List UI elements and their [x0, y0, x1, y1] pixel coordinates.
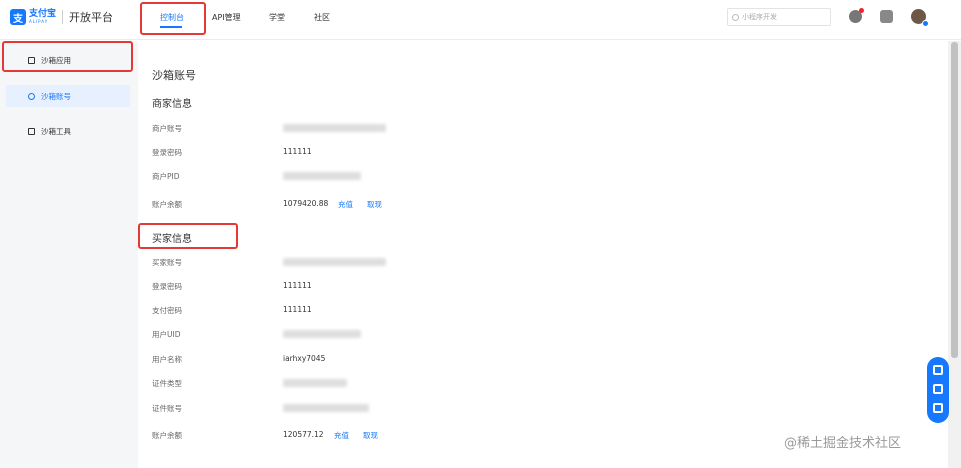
buyer-id-number-label: 证件账号 [152, 404, 182, 413]
user-icon [28, 92, 35, 100]
merchant-pid-value-redacted [283, 172, 361, 180]
logo-cn: 支付宝 [29, 9, 57, 19]
top-bar: 支 支付宝 ALIPAY 开放平台 控制台 API管理 学堂 社区 [0, 0, 961, 40]
floating-help-bar [927, 357, 949, 423]
buyer-account-value-redacted [283, 258, 386, 266]
merchant-balance-label: 账户余额 [152, 200, 182, 209]
platform-title: 开放平台 [69, 11, 114, 24]
highlight-box-sidebar [2, 41, 133, 72]
buyer-balance-value: 120577.12 [283, 430, 324, 439]
sidebar-item-label: 沙箱账号 [41, 91, 71, 101]
buyer-id-number-value-redacted [283, 404, 369, 412]
buyer-pay-password-label: 支付密码 [152, 306, 182, 315]
buyer-balance-label: 账户余额 [152, 431, 182, 440]
logo-en: ALIPAY [29, 19, 49, 24]
nav-api-management[interactable]: API管理 [212, 12, 241, 23]
avatar[interactable] [911, 9, 929, 27]
nav-academy[interactable]: 学堂 [269, 12, 285, 23]
scrollbar-thumb[interactable] [951, 42, 958, 358]
alipay-logo-icon: 支 [10, 9, 26, 25]
document-icon[interactable] [880, 10, 893, 23]
merchant-pid-label: 商户PID [152, 172, 180, 181]
search-input[interactable] [742, 13, 827, 21]
buyer-uid-label: 用户UID [152, 330, 181, 339]
search-box[interactable] [727, 8, 831, 26]
buyer-uid-value-redacted [283, 330, 361, 338]
avatar-badge [922, 20, 929, 27]
logo-text: 支付宝 ALIPAY [29, 10, 56, 24]
page-title: 沙箱账号 [152, 69, 196, 82]
buyer-login-password-label: 登录密码 [152, 282, 182, 291]
alipay-logo[interactable]: 支 支付宝 ALIPAY 开放平台 [10, 9, 113, 25]
watermark: @稀土掘金技术社区 [784, 436, 902, 451]
chat-icon[interactable] [933, 384, 943, 394]
buyer-id-type-label: 证件类型 [152, 379, 182, 388]
logo-divider [62, 10, 64, 24]
merchant-account-label: 商户账号 [152, 124, 182, 133]
notification-bell-icon[interactable] [849, 8, 864, 23]
main-content: 沙箱账号 商家信息 商户账号 登录密码 111111 商户PID 账户余额 10… [138, 41, 948, 468]
merchant-recharge-link[interactable]: 充值 [338, 199, 353, 210]
buyer-name-label: 用户名称 [152, 355, 182, 364]
sidebar: 沙箱应用 沙箱账号 沙箱工具 [0, 41, 138, 468]
buyer-section-title: 买家信息 [152, 234, 192, 245]
sidebar-item-label: 沙箱工具 [41, 126, 71, 136]
help-icon[interactable] [933, 365, 943, 375]
buyer-login-password-value: 111111 [283, 281, 312, 290]
merchant-withdraw-link[interactable]: 取现 [367, 199, 382, 210]
buyer-withdraw-link[interactable]: 取现 [363, 430, 378, 441]
notification-dot [859, 8, 864, 13]
buyer-pay-password-value: 111111 [283, 305, 312, 314]
merchant-balance-value: 1079420.88 [283, 199, 329, 208]
merchant-password-value: 111111 [283, 147, 312, 156]
buyer-name-value: iarhxy7045 [283, 354, 326, 363]
merchant-section-title: 商家信息 [152, 99, 192, 110]
search-icon [732, 13, 739, 21]
sidebar-item-sandbox-account[interactable]: 沙箱账号 [6, 85, 130, 107]
nav-active-underline [160, 26, 182, 28]
buyer-id-type-value-redacted [283, 379, 347, 387]
nav-console[interactable]: 控制台 [160, 12, 184, 23]
feedback-icon[interactable] [933, 403, 943, 413]
tool-icon [28, 127, 35, 135]
nav-community[interactable]: 社区 [314, 12, 330, 23]
buyer-account-label: 买家账号 [152, 258, 182, 267]
buyer-recharge-link[interactable]: 充值 [334, 430, 349, 441]
merchant-account-value-redacted [283, 124, 386, 132]
merchant-password-label: 登录密码 [152, 148, 182, 157]
sidebar-item-sandbox-tools[interactable]: 沙箱工具 [6, 120, 130, 142]
